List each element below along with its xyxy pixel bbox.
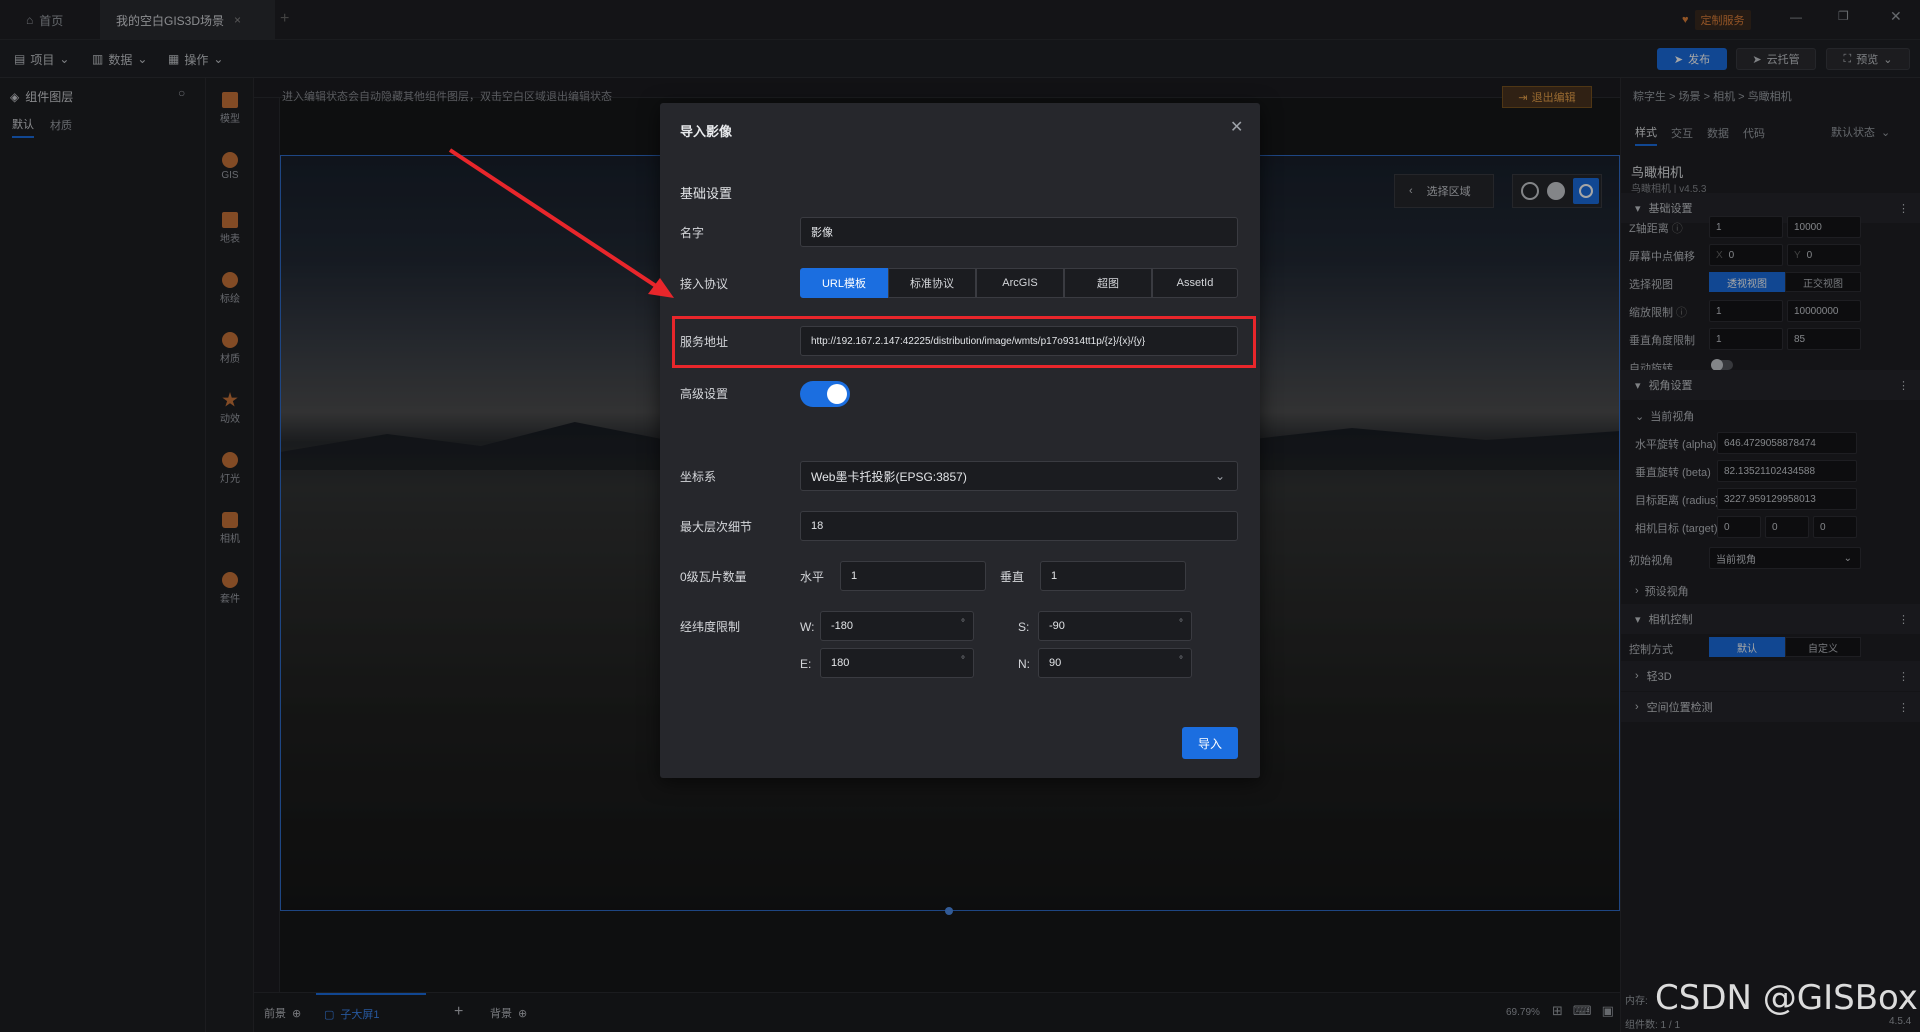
e-label: E: (800, 657, 812, 671)
n-label: N: (1018, 657, 1030, 671)
e-value: 180 (831, 657, 850, 669)
protocol-arcgis[interactable]: ArcGIS (976, 268, 1064, 298)
name-value: 影像 (811, 227, 833, 239)
w-label: W: (800, 620, 815, 634)
protocol-label: 接入协议 (680, 277, 729, 291)
w-value: -180 (831, 620, 854, 632)
import-button[interactable]: 导入 (1182, 727, 1238, 759)
vertical-input[interactable]: 1 (1040, 561, 1186, 591)
crs-value: Web墨卡托投影(EPSG:3857) (811, 469, 967, 484)
e-input[interactable]: 180 ° (820, 648, 974, 678)
max-level-input[interactable]: 18 (800, 511, 1238, 541)
protocol-standard[interactable]: 标准协议 (888, 268, 976, 298)
s-input[interactable]: -90 ° (1038, 611, 1192, 641)
s-unit: ° (1179, 618, 1183, 629)
n-value: 90 (1049, 657, 1062, 669)
protocol-supermap[interactable]: 超图 (1064, 268, 1152, 298)
max-level-label: 最大层次细节 (680, 520, 753, 534)
section-title: 基础设置 (680, 186, 733, 201)
protocol-assetid[interactable]: AssetId (1152, 268, 1238, 298)
crs-label: 坐标系 (680, 470, 717, 484)
s-label: S: (1018, 620, 1030, 634)
vertical-value: 1 (1051, 570, 1058, 582)
close-icon[interactable]: ✕ (1230, 117, 1243, 137)
vertical-label: 垂直 (1000, 570, 1025, 584)
w-unit: ° (961, 618, 965, 629)
extent-label: 经纬度限制 (680, 620, 741, 634)
name-label: 名字 (680, 226, 705, 240)
dialog-title: 导入影像 (680, 124, 733, 139)
advanced-label: 高级设置 (680, 387, 729, 401)
n-input[interactable]: 90 ° (1038, 648, 1192, 678)
crs-select[interactable]: Web墨卡托投影(EPSG:3857) ⌄ (800, 461, 1238, 491)
n-unit: ° (1179, 655, 1183, 666)
s-value: -90 (1049, 620, 1065, 632)
horizontal-input[interactable]: 1 (840, 561, 986, 591)
name-input[interactable]: 影像 (800, 217, 1238, 247)
horizontal-value: 1 (851, 570, 858, 582)
chevron-down-icon: ⌄ (1214, 469, 1225, 483)
tile-count-label: 0级瓦片数量 (680, 570, 747, 584)
horizontal-label: 水平 (800, 570, 825, 584)
import-imagery-dialog: 导入影像 ✕ 基础设置 名字 影像 接入协议 URL模板 标准协议 ArcGIS… (660, 103, 1260, 778)
e-unit: ° (961, 655, 965, 666)
advanced-toggle[interactable] (800, 381, 850, 407)
max-level-value: 18 (811, 520, 824, 532)
watermark: CSDN @GISBox (1655, 978, 1918, 1018)
protocol-url-template[interactable]: URL模板 (800, 268, 888, 298)
highlight-box (672, 316, 1256, 368)
w-input[interactable]: -180 ° (820, 611, 974, 641)
